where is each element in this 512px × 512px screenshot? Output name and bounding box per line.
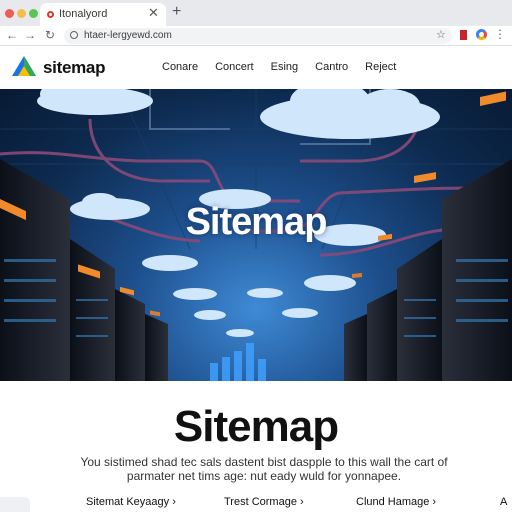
window-maximize-button[interactable] [29,9,38,18]
star-icon[interactable]: ☆ [436,29,446,42]
profile-icon[interactable] [476,29,487,40]
tab-close-icon[interactable]: ✕ [148,6,159,20]
lock-icon [70,31,78,39]
nav-link[interactable]: Cantro [315,61,348,73]
window-minimize-button[interactable] [17,9,26,18]
browser-tab-bar: Itonalyord ✕ + [0,0,512,26]
logo-icon[interactable] [11,55,37,77]
bottom-link[interactable]: A [500,496,507,508]
bottom-link[interactable]: Sitemat Keyaagy › [86,496,176,508]
browser-menu-icon[interactable]: ⋮ [494,28,506,40]
reload-button[interactable]: ↻ [45,28,55,42]
hero-title: Sitemap [185,201,328,243]
favicon-icon [47,11,54,18]
nav-link[interactable]: Concert [215,61,254,73]
url-text: htaer-lergyewd.com [84,30,172,41]
site-header: sitemap Conare Concert Esing Cantro Reject [0,47,512,89]
bottom-link[interactable]: Trest Cormage › [224,496,304,508]
page-description: You sistimed shad tec sals dastent bist … [80,455,448,483]
page-title: Sitemap [173,402,339,451]
new-tab-button[interactable]: + [172,4,181,20]
bottom-links: Sitemat Keyaagy › Trest Cormage › Clund … [0,496,512,512]
server-rack-icon [0,159,168,381]
site-nav: Conare Concert Esing Cantro Reject [162,61,413,73]
logo-text[interactable]: sitemap [43,58,105,78]
address-bar[interactable]: htaer-lergyewd.com ☆ [64,28,452,44]
bottom-link[interactable]: Clund Hamage › [356,496,436,508]
browser-toolbar: ← → ↻ htaer-lergyewd.com ☆ [0,26,512,46]
browser-tab[interactable]: Itonalyord ✕ [40,3,166,26]
forward-button[interactable]: → [24,28,36,42]
nav-link[interactable]: Esing [271,61,299,73]
hero-banner: Sitemap [0,89,512,381]
back-button[interactable]: ← [6,28,18,42]
tab-title: Itonalyord [59,8,108,20]
window-close-button[interactable] [5,9,14,18]
nav-link[interactable]: Conare [162,61,198,73]
extension-icon[interactable] [460,30,467,40]
nav-link[interactable]: Reject [365,61,396,73]
